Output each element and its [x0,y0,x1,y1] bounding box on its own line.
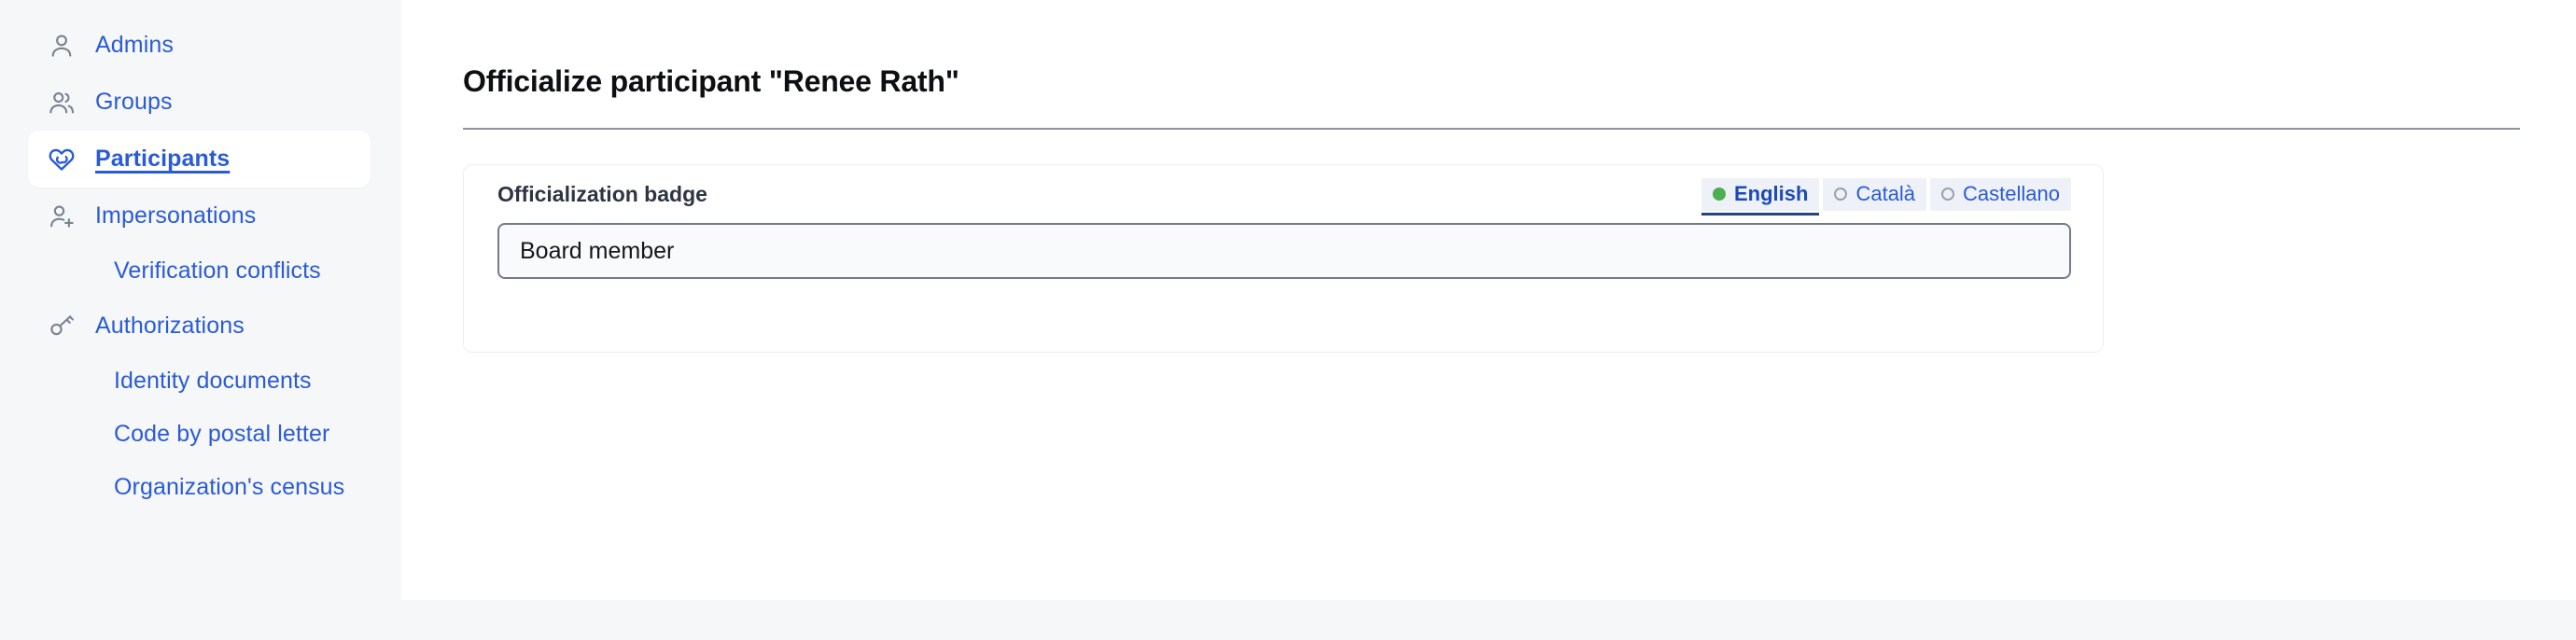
language-tab-castellano[interactable]: Castellano [1930,177,2071,211]
officialization-badge-card: Officialization badge English Català Cas… [463,164,2104,353]
sidebar-item-organizations-census[interactable]: Organization's census [0,461,401,514]
sidebar-item-label: Admins [95,32,174,58]
admin-app: Admins Groups Participants Impersonation… [0,0,2576,640]
page-bottom-strip [401,600,2576,640]
sidebar: Admins Groups Participants Impersonation… [0,0,401,640]
language-tab-label: Castellano [1963,181,2060,205]
main-content: Officialize participant "Renee Rath" Off… [401,0,2576,600]
officialization-badge-input[interactable] [497,223,2071,279]
sidebar-item-label: Groups [95,89,173,115]
language-tab-label: Català [1855,181,1916,205]
user-icon [45,29,78,63]
sidebar-item-label: Participants [95,146,231,172]
badge-input-wrapper [464,223,2103,279]
users-icon [45,86,78,119]
language-tab-catala[interactable]: Català [1823,177,1927,211]
participants-heart-icon [45,143,78,176]
user-add-icon [45,200,78,233]
sidebar-item-label: Code by postal letter [114,421,330,447]
sidebar-item-code-by-postal-letter[interactable]: Code by postal letter [0,408,401,461]
card-header-row: Officialization badge English Català Cas… [464,165,2103,223]
language-tab-label: English [1734,181,1809,205]
empty-circle-icon [1941,187,1955,201]
sidebar-item-groups[interactable]: Groups [0,74,401,131]
filled-dot-icon [1713,187,1726,201]
key-icon [45,310,78,343]
language-tab-english[interactable]: English [1701,177,1820,216]
language-tabs: English Català Castellano [1701,177,2071,216]
sidebar-item-label: Identity documents [114,368,312,394]
sidebar-item-label: Impersonations [95,202,257,229]
sidebar-item-label: Verification conflicts [114,257,321,284]
sidebar-item-identity-documents[interactable]: Identity documents [0,355,401,408]
sidebar-item-label: Authorizations [95,313,245,339]
sidebar-item-label: Organization's census [114,474,345,500]
sidebar-item-verification-conflicts[interactable]: Verification conflicts [0,244,401,298]
sidebar-item-impersonations[interactable]: Impersonations [0,188,401,244]
title-divider [463,128,2520,130]
page-title: Officialize participant "Renee Rath" [463,64,959,99]
empty-circle-icon [1834,187,1848,201]
sidebar-item-participants[interactable]: Participants [28,131,371,188]
sidebar-item-authorizations[interactable]: Authorizations [0,298,401,355]
officialization-badge-label: Officialization badge [497,181,707,206]
sidebar-nav-list: Admins Groups Participants Impersonation… [0,17,401,514]
sidebar-item-admins[interactable]: Admins [0,17,401,74]
